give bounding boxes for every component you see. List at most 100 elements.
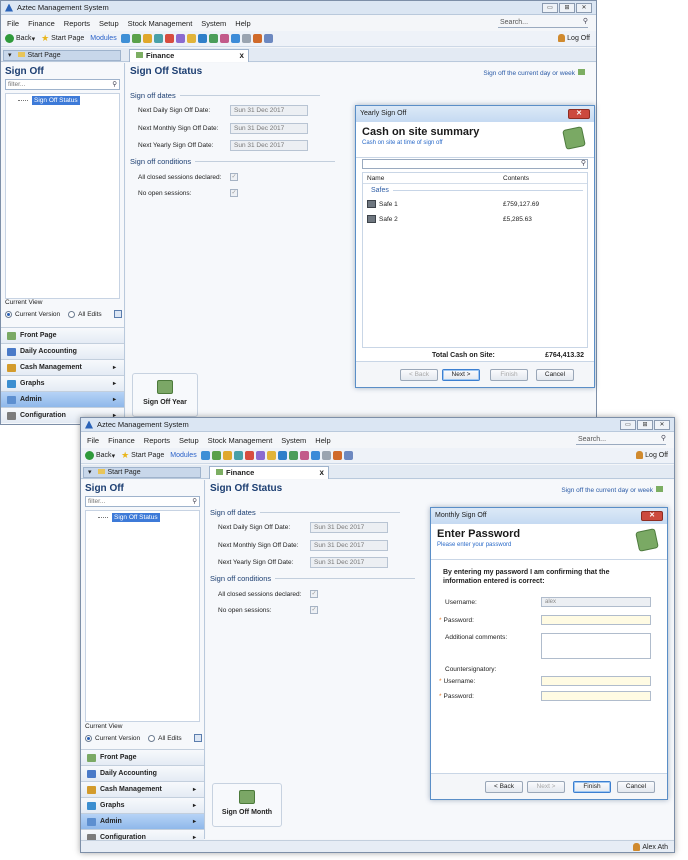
search-icon[interactable]: ⚲ — [661, 433, 666, 444]
password-input[interactable] — [541, 615, 651, 625]
col-name[interactable]: Name — [367, 173, 384, 184]
menu-help[interactable]: Help — [315, 436, 330, 445]
toolbar-module-icon[interactable] — [142, 34, 152, 43]
comments-textarea[interactable] — [541, 633, 651, 659]
all-edits-radio[interactable] — [148, 734, 156, 742]
tab-start-page[interactable]: ▾ Start Page — [83, 467, 201, 478]
toolbar-module-icon[interactable] — [252, 34, 262, 43]
cs-password-input[interactable] — [541, 691, 651, 701]
finish-button[interactable]: Finish — [573, 781, 611, 793]
nav-daily-accounting[interactable]: Daily Accounting — [81, 765, 204, 781]
tab-start-page[interactable]: ▾ Start Page — [3, 50, 121, 61]
toolbar-module-icon[interactable] — [299, 451, 309, 460]
start-page-button[interactable]: ★ Start Page — [121, 450, 164, 461]
list-item[interactable]: Safe 2 £5,285.63 — [367, 214, 583, 226]
menu-setup[interactable]: Setup — [179, 436, 199, 445]
minimize-button[interactable]: ▭ — [542, 3, 558, 13]
menu-stock-management[interactable]: Stock Management — [208, 436, 273, 445]
back-button[interactable]: Back ▾ — [5, 34, 35, 43]
toolbar-module-icon[interactable] — [310, 451, 320, 460]
nav-admin[interactable]: Admin ▸ — [1, 391, 124, 407]
nav-front-page[interactable]: Front Page — [1, 327, 124, 343]
toolbar-module-icon[interactable] — [219, 34, 229, 43]
next-button[interactable]: Next > — [527, 781, 565, 793]
menu-stock-management[interactable]: Stock Management — [128, 19, 193, 28]
toolbar-module-icon[interactable] — [343, 451, 353, 460]
maximize-button[interactable]: ⊞ — [559, 3, 575, 13]
modules-link[interactable]: Modules — [170, 452, 196, 459]
finish-button[interactable]: Finish — [490, 369, 528, 381]
toolbar-module-icon[interactable] — [186, 34, 196, 43]
minimize-button[interactable]: ▭ — [620, 420, 636, 430]
calendar-icon[interactable] — [193, 734, 202, 742]
menu-setup[interactable]: Setup — [99, 19, 119, 28]
toolbar-module-icon[interactable] — [332, 451, 342, 460]
next-button[interactable]: Next > — [442, 369, 480, 381]
close-button[interactable]: ✕ — [654, 420, 670, 430]
toolbar-module-icon[interactable] — [255, 451, 265, 460]
filter-input[interactable]: filter... ⚲ — [5, 79, 120, 90]
tab-finance[interactable]: Finance x — [129, 49, 249, 62]
toolbar-module-icon[interactable] — [230, 34, 240, 43]
toolbar-module-icon[interactable] — [153, 34, 163, 43]
tab-close-icon[interactable]: x — [320, 467, 324, 479]
toolbar-module-icon[interactable] — [266, 451, 276, 460]
menu-system[interactable]: System — [281, 436, 306, 445]
search-input[interactable]: Search... ⚲ — [576, 434, 666, 445]
dialog-close-button[interactable]: ✕ — [568, 109, 590, 119]
back-button[interactable]: Back ▾ — [85, 451, 115, 460]
toolbar-module-icon[interactable] — [263, 34, 273, 43]
sign-off-current-link[interactable]: Sign off the current day or week — [483, 69, 588, 77]
menu-finance[interactable]: Finance — [28, 19, 55, 28]
calendar-icon[interactable] — [113, 310, 122, 318]
menu-reports[interactable]: Reports — [64, 19, 90, 28]
tree-item-sign-off-status[interactable]: Sign Off Status — [112, 513, 160, 522]
menu-file[interactable]: File — [7, 19, 19, 28]
cs-username-input[interactable] — [541, 676, 651, 686]
list-item[interactable]: Safe 1 £759,127.69 — [367, 199, 583, 211]
log-off-button[interactable]: Log Off — [636, 451, 668, 459]
toolbar-module-icon[interactable] — [321, 451, 331, 460]
start-page-button[interactable]: ★ Start Page — [41, 33, 84, 44]
toolbar-module-icon[interactable] — [211, 451, 221, 460]
current-version-radio[interactable] — [85, 734, 92, 742]
toolbar-module-icon[interactable] — [120, 34, 130, 43]
sign-off-year-button[interactable]: Sign Off Year — [132, 373, 198, 417]
current-version-radio[interactable] — [5, 310, 12, 318]
back-button[interactable]: < Back — [400, 369, 438, 381]
tree-item-sign-off-status[interactable]: Sign Off Status — [32, 96, 80, 105]
toolbar-module-icon[interactable] — [277, 451, 287, 460]
nav-cash-management[interactable]: Cash Management ▸ — [1, 359, 124, 375]
menu-reports[interactable]: Reports — [144, 436, 170, 445]
search-icon[interactable]: ⚲ — [583, 16, 588, 27]
close-button[interactable]: ✕ — [576, 3, 592, 13]
cancel-button[interactable]: Cancel — [617, 781, 655, 793]
toolbar-module-icon[interactable] — [244, 451, 254, 460]
toolbar-module-icon[interactable] — [131, 34, 141, 43]
toolbar-module-icon[interactable] — [222, 451, 232, 460]
sign-off-month-button[interactable]: Sign Off Month — [212, 783, 282, 827]
toolbar-module-icon[interactable] — [233, 451, 243, 460]
menu-file[interactable]: File — [87, 436, 99, 445]
menu-finance[interactable]: Finance — [108, 436, 135, 445]
toolbar-module-icon[interactable] — [241, 34, 251, 43]
modules-link[interactable]: Modules — [90, 35, 116, 42]
search-input[interactable]: Search... ⚲ — [498, 17, 588, 28]
nav-admin[interactable]: Admin ▸ — [81, 813, 204, 829]
tab-close-icon[interactable]: x — [240, 50, 244, 62]
toolbar-module-icon[interactable] — [288, 451, 298, 460]
col-contents[interactable]: Contents — [503, 173, 529, 184]
dialog-close-button[interactable]: ✕ — [641, 511, 663, 521]
tab-finance[interactable]: Finance x — [209, 466, 329, 479]
maximize-button[interactable]: ⊞ — [637, 420, 653, 430]
toolbar-module-icon[interactable] — [197, 34, 207, 43]
toolbar-module-icon[interactable] — [200, 451, 210, 460]
summary-search-input[interactable]: ⚲ — [362, 159, 588, 169]
nav-graphs[interactable]: Graphs ▸ — [81, 797, 204, 813]
toolbar-module-icon[interactable] — [175, 34, 185, 43]
sign-off-current-link[interactable]: Sign off the current day or week — [561, 486, 666, 494]
back-button[interactable]: < Back — [485, 781, 523, 793]
cancel-button[interactable]: Cancel — [536, 369, 574, 381]
nav-graphs[interactable]: Graphs ▸ — [1, 375, 124, 391]
nav-front-page[interactable]: Front Page — [81, 749, 204, 765]
